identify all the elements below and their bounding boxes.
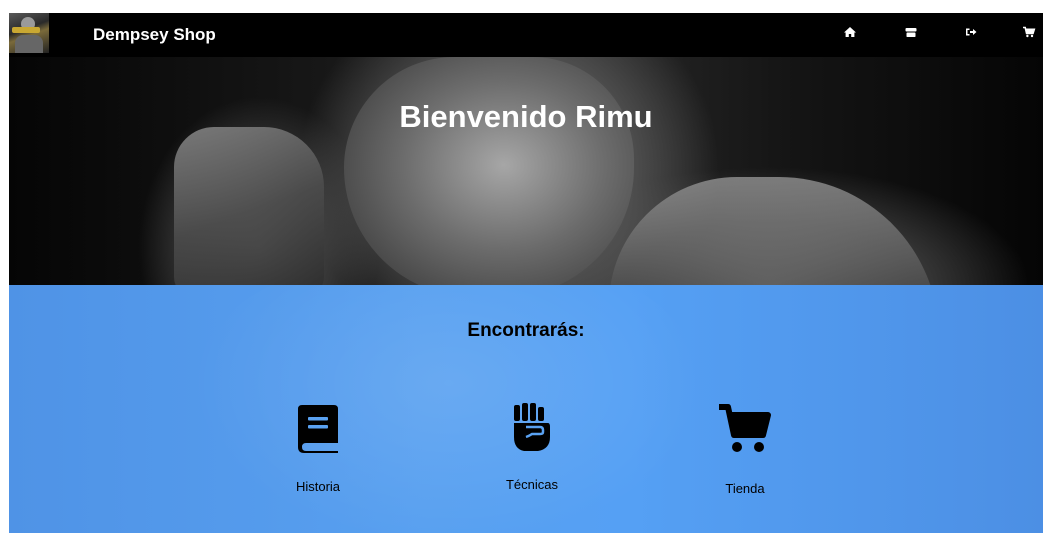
navbar: Dempsey Shop xyxy=(9,13,1043,57)
page: Dempsey Shop Bienvenido Rimu Encontrarás… xyxy=(9,13,1043,533)
features-title: Encontrarás: xyxy=(467,320,585,341)
brand-name[interactable]: Dempsey Shop xyxy=(93,25,216,45)
hero-title: Bienvenido Rimu xyxy=(399,99,653,134)
feature-label: Técnicas xyxy=(505,477,559,492)
logout-icon[interactable] xyxy=(964,25,978,39)
logo[interactable] xyxy=(9,13,49,53)
cart-icon xyxy=(719,404,771,452)
feature-tienda[interactable]: Tienda xyxy=(675,403,815,496)
fist-icon xyxy=(514,403,550,451)
hero-glove-shape xyxy=(174,127,324,285)
feature-label: Historia xyxy=(295,479,341,494)
cart-icon[interactable] xyxy=(1022,25,1036,39)
home-icon[interactable] xyxy=(843,25,857,39)
feature-historia[interactable]: Historia xyxy=(248,403,388,494)
feature-tecnicas[interactable]: Técnicas xyxy=(462,403,602,492)
hero-banner: Bienvenido Rimu xyxy=(9,57,1043,285)
logo-body xyxy=(15,35,43,53)
store-icon[interactable] xyxy=(904,25,918,39)
feature-label: Tienda xyxy=(725,481,765,496)
features-section: Encontrarás: Historia Técnicas Tienda xyxy=(9,285,1043,533)
logo-mark xyxy=(12,27,40,33)
hero-face-shape xyxy=(344,57,634,285)
hero-shoulder-shape xyxy=(609,177,939,285)
book-icon xyxy=(298,405,338,453)
